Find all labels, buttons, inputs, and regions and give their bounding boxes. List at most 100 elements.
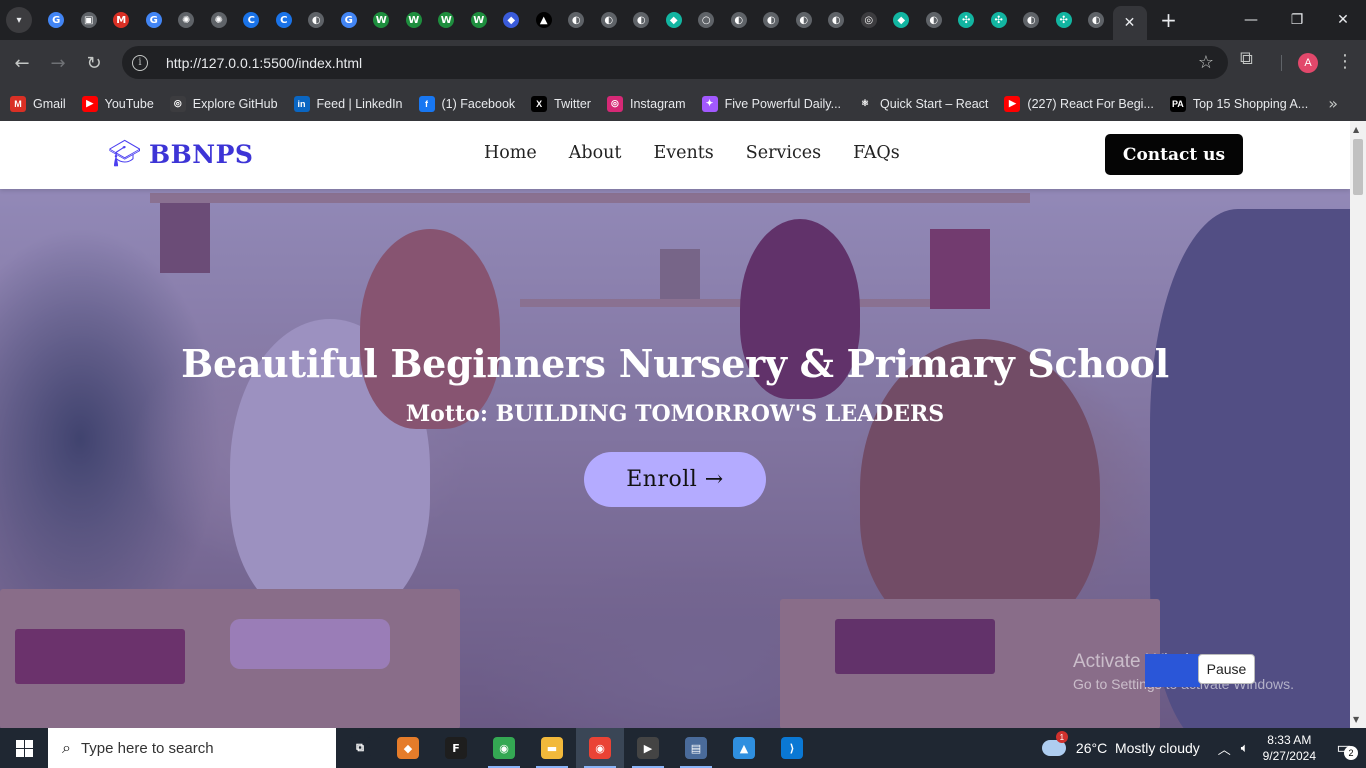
tab[interactable]: ✺	[203, 4, 236, 36]
tab[interactable]: ◐	[560, 4, 593, 36]
react-icon: ⚛	[857, 95, 874, 112]
nav-about[interactable]: About	[569, 143, 622, 163]
site-info-icon[interactable]: i	[132, 54, 148, 71]
nav-faqs[interactable]: FAQs	[853, 143, 900, 163]
tab[interactable]: ✣	[983, 4, 1016, 36]
tab[interactable]: W	[463, 4, 496, 36]
taskbar-app[interactable]: ⟩	[768, 728, 816, 768]
taskbar-app[interactable]: ▤	[672, 728, 720, 768]
scrollbar-thumb[interactable]	[1353, 139, 1363, 195]
tab[interactable]: ◎	[853, 4, 886, 36]
tab[interactable]: ◐	[625, 4, 658, 36]
bookmark-item[interactable]: X Twitter	[531, 95, 591, 112]
url-text[interactable]: http://127.0.0.1:5500/index.html	[166, 55, 362, 71]
tab[interactable]: ◐	[723, 4, 756, 36]
address-bar[interactable]: i http://127.0.0.1:5500/index.html ☆	[122, 46, 1228, 79]
tab[interactable]: ✣	[1048, 4, 1081, 36]
page-scrollbar[interactable]: ▲ ▼	[1350, 121, 1366, 728]
contact-us-button[interactable]: Contact us	[1105, 134, 1243, 175]
bookmark-item[interactable]: ⚛ Quick Start – React	[857, 95, 988, 112]
weather-widget[interactable]: 1 26°C Mostly cloudy	[1041, 731, 1200, 756]
site-logo[interactable]: 🎓︎ BBNPS	[108, 139, 253, 169]
chatgpt-icon: ✺	[210, 12, 227, 28]
chevron-up-icon[interactable]: ︿	[1218, 739, 1231, 758]
bookmark-item[interactable]: ◎ Explore GitHub	[169, 95, 278, 112]
weather-badge: 1	[1055, 731, 1068, 743]
enroll-button[interactable]: Enroll →	[584, 452, 766, 507]
clock[interactable]: 8:33 AM 9/27/2024	[1263, 732, 1316, 764]
nav-services[interactable]: Services	[746, 143, 821, 163]
notification-icon[interactable]: ▭2	[1330, 734, 1358, 762]
taskbar-app[interactable]: F	[432, 728, 480, 768]
tab[interactable]: ○	[690, 4, 723, 36]
weather-text: 26°C Mostly cloudy	[1075, 740, 1200, 756]
tab[interactable]: G	[138, 4, 171, 36]
media-control-overlay[interactable]	[1145, 654, 1200, 687]
nav-home[interactable]: Home	[484, 143, 537, 163]
tab[interactable]: ◆	[885, 4, 918, 36]
tab[interactable]: ✺	[170, 4, 203, 36]
taskbar-app[interactable]: ◉	[480, 728, 528, 768]
profile-avatar[interactable]: A	[1298, 53, 1318, 73]
tab[interactable]: W	[365, 4, 398, 36]
tab[interactable]: ◐	[820, 4, 853, 36]
start-button[interactable]	[0, 728, 48, 768]
bookmark-item[interactable]: ✦ Five Powerful Daily...	[701, 95, 841, 112]
tab[interactable]: ◆	[495, 4, 528, 36]
tab[interactable]: G	[333, 4, 366, 36]
scroll-down-icon[interactable]: ▼	[1353, 715, 1359, 724]
taskbar-app[interactable]: ▶	[624, 728, 672, 768]
taskbar-app[interactable]: ▬	[528, 728, 576, 768]
tab[interactable]: ◐	[755, 4, 788, 36]
taskbar-search-box[interactable]: ⌕ Type here to search	[48, 728, 336, 768]
gmail-icon: M	[10, 95, 26, 112]
shield-icon: ◆	[503, 12, 520, 28]
tab[interactable]: ▲	[528, 4, 561, 36]
bookmark-item[interactable]: ◎ Instagram	[606, 95, 686, 112]
menu-kebab-icon[interactable]: ⋮	[1336, 51, 1354, 72]
close-icon[interactable]: ✕	[1320, 0, 1366, 40]
bookmark-item[interactable]: in Feed | LinkedIn	[293, 95, 403, 112]
bookmark-item[interactable]: PA Top 15 Shopping A...	[1169, 95, 1308, 112]
tab[interactable]: ◆	[658, 4, 691, 36]
tab[interactable]: W	[430, 4, 463, 36]
c-icon: C	[275, 12, 292, 28]
tab[interactable]: ◐	[1080, 4, 1113, 36]
tab[interactable]: ✣	[950, 4, 983, 36]
bookmark-item[interactable]: ▶ YouTube	[81, 95, 154, 112]
minimize-icon[interactable]: —	[1228, 0, 1274, 40]
restore-icon[interactable]: ❐	[1274, 0, 1320, 40]
extensions-icon[interactable]: ⧉	[1240, 48, 1253, 69]
bookmark-item[interactable]: M Gmail	[10, 95, 66, 112]
bookmark-item[interactable]: f (1) Facebook	[418, 95, 515, 112]
new-tab-button[interactable]: +	[1155, 6, 1183, 34]
taskbar-app[interactable]: ◉	[576, 728, 624, 768]
active-tab-close-icon[interactable]: ✕	[1112, 6, 1147, 40]
bookmark-star-icon[interactable]: ☆	[1198, 52, 1214, 73]
tab[interactable]: ◐	[300, 4, 333, 36]
taskbar-app[interactable]: ⧉	[336, 728, 384, 768]
tab-search-button[interactable]: ▾	[6, 7, 32, 33]
github-icon: ◎	[860, 12, 877, 28]
taskbar-app[interactable]: ◆	[384, 728, 432, 768]
forward-icon[interactable]: →	[40, 45, 76, 81]
tab[interactable]: ◐	[593, 4, 626, 36]
tab[interactable]: C	[268, 4, 301, 36]
speaker-icon[interactable]: 🔈︎	[1241, 740, 1249, 756]
tab[interactable]: G	[40, 4, 73, 36]
taskbar-app[interactable]: ▲	[720, 728, 768, 768]
tab[interactable]: M	[105, 4, 138, 36]
tab[interactable]: ▣	[73, 4, 106, 36]
globe-icon: ◐	[600, 12, 617, 28]
scroll-up-icon[interactable]: ▲	[1353, 125, 1359, 134]
bookmarks-overflow-icon[interactable]: »	[1328, 94, 1338, 113]
reload-icon[interactable]: ↻	[76, 45, 112, 81]
tab[interactable]: C	[235, 4, 268, 36]
tab[interactable]: ◐	[918, 4, 951, 36]
bookmark-item[interactable]: ▶ (227) React For Begi...	[1004, 95, 1154, 112]
tab[interactable]: W	[398, 4, 431, 36]
tab[interactable]: ◐	[788, 4, 821, 36]
back-icon[interactable]: ←	[4, 45, 40, 81]
nav-events[interactable]: Events	[653, 143, 713, 163]
tab[interactable]: ◐	[1015, 4, 1048, 36]
